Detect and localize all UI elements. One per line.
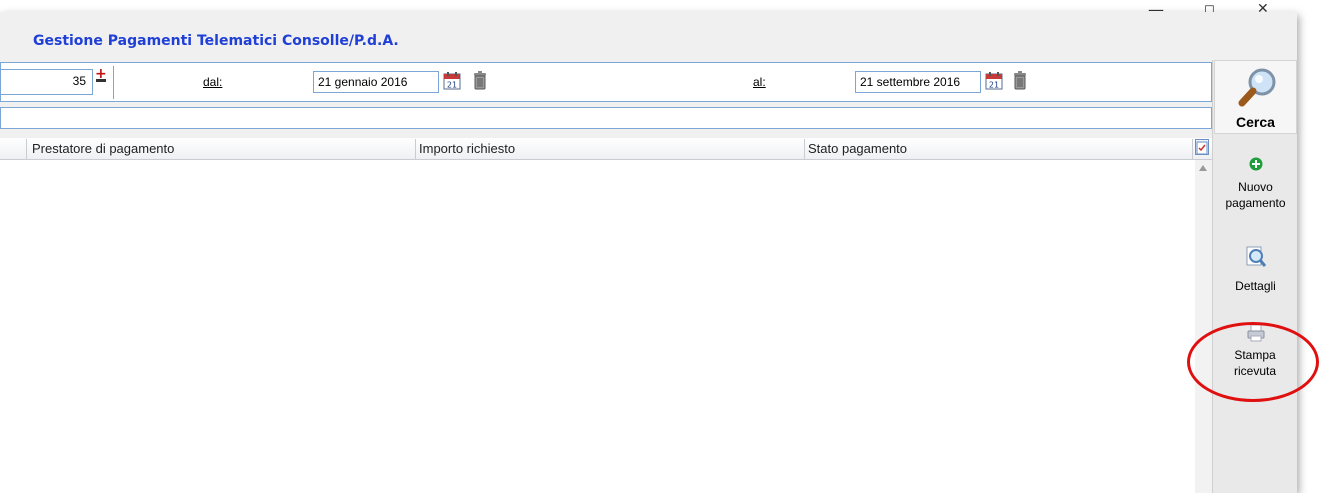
action-toolbar: Cerca Nuovo pagamento Dettagli Stampa ri…	[1212, 60, 1297, 493]
vertical-scrollbar[interactable]	[1195, 160, 1212, 493]
scroll-up-icon[interactable]	[1199, 165, 1207, 171]
app-title: Gestione Pagamenti Telematici Consolle/P…	[33, 33, 399, 49]
details-label: Dettagli	[1235, 279, 1276, 293]
from-date-field[interactable]: 21 gennaio 2016	[313, 71, 439, 93]
column-header-amount[interactable]: Importo richiesto	[419, 141, 515, 156]
calendar-icon[interactable]: 21	[443, 72, 461, 90]
calendar-icon[interactable]: 21	[985, 72, 1003, 90]
to-date-field[interactable]: 21 settembre 2016	[855, 71, 981, 93]
new-payment-label: Nuovo pagamento	[1225, 180, 1286, 210]
add-icon	[1249, 157, 1262, 171]
column-separator[interactable]	[415, 139, 416, 159]
trash-icon[interactable]	[1013, 71, 1027, 90]
payments-table: Prestatore di pagamento Importo richiest…	[0, 138, 1212, 493]
calendar-day: 21	[989, 81, 999, 90]
search-button-label: Cerca	[1236, 114, 1275, 130]
app-window: Gestione Pagamenti Telematici Consolle/P…	[0, 12, 1297, 493]
trash-icon[interactable]	[473, 71, 487, 90]
column-separator[interactable]	[804, 139, 805, 159]
search-button[interactable]: Cerca	[1214, 60, 1297, 134]
search-input[interactable]	[0, 107, 1212, 129]
count-stepper[interactable]: +	[95, 67, 107, 95]
column-separator	[1192, 139, 1193, 159]
count-value: 35	[72, 74, 86, 88]
table-header: Prestatore di pagamento Importo richiest…	[0, 138, 1212, 160]
printer-icon	[1247, 324, 1264, 342]
print-receipt-button[interactable]: Stampa ricevuta	[1213, 324, 1298, 379]
divider	[113, 66, 114, 99]
count-field[interactable]: 35	[1, 69, 93, 95]
title-bar: Gestione Pagamenti Telematici Consolle/P…	[0, 12, 1297, 60]
details-magnifier-icon	[1246, 246, 1266, 267]
to-date-label[interactable]: al:	[753, 75, 766, 89]
print-receipt-label: Stampa ricevuta	[1233, 348, 1277, 378]
filter-panel: 35 + dal: 21 gennaio 2016 21 al: 21 sett…	[0, 62, 1212, 102]
calendar-day: 21	[447, 81, 457, 90]
column-header-status[interactable]: Stato pagamento	[808, 141, 907, 156]
from-date-label[interactable]: dal:	[203, 75, 222, 89]
decrement-icon[interactable]	[96, 79, 106, 82]
column-separator[interactable]	[26, 139, 27, 159]
column-header-provider[interactable]: Prestatore di pagamento	[32, 141, 174, 156]
column-chooser-icon[interactable]	[1195, 139, 1209, 155]
details-button[interactable]: Dettagli	[1213, 246, 1298, 294]
new-payment-button[interactable]: Nuovo pagamento	[1213, 156, 1298, 211]
magnifier-icon	[1238, 68, 1276, 107]
